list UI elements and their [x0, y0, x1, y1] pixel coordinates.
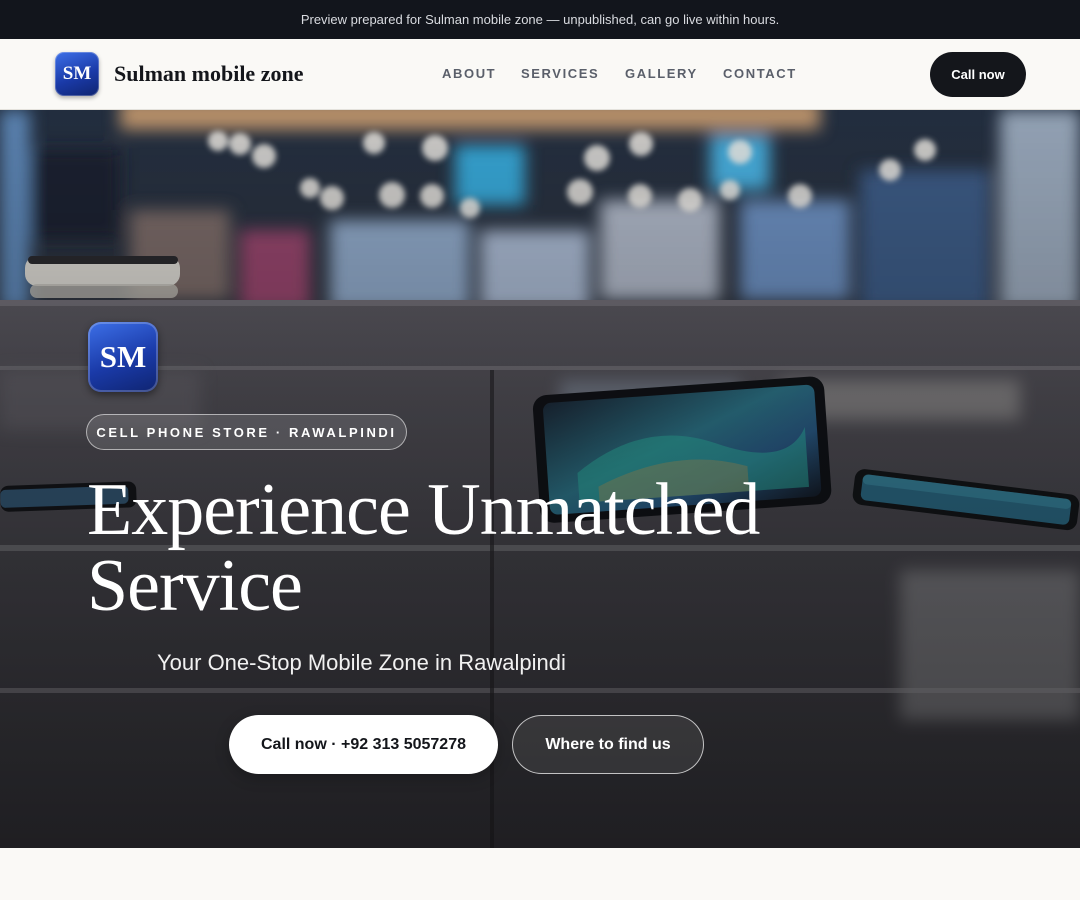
- nav-services[interactable]: SERVICES: [521, 66, 599, 81]
- hero-section: SM CELL PHONE STORE · RAWALPINDI Experie…: [0, 110, 1080, 848]
- hero-logo-text: SM: [99, 339, 147, 374]
- preview-banner: Preview prepared for Sulman mobile zone …: [0, 0, 1080, 39]
- site-header: SM Sulman mobile zone ABOUT SERVICES GAL…: [0, 39, 1080, 110]
- call-phone-button[interactable]: Call now · +92 313 5057278: [229, 715, 498, 774]
- hero-subtitle: Your One-Stop Mobile Zone in Rawalpindi: [157, 650, 566, 675]
- main-nav: ABOUT SERVICES GALLERY CONTACT: [0, 66, 1080, 82]
- find-us-button[interactable]: Where to find us: [512, 715, 704, 774]
- header-call-button[interactable]: Call now: [930, 52, 1026, 97]
- hero-title: Experience Unmatched Service: [87, 469, 760, 627]
- nav-gallery[interactable]: GALLERY: [625, 66, 698, 81]
- hero-category-badge: CELL PHONE STORE · RAWALPINDI: [86, 414, 407, 450]
- preview-banner-text: Preview prepared for Sulman mobile zone …: [300, 12, 780, 27]
- hero-logo: SM: [88, 322, 158, 392]
- nav-contact[interactable]: CONTACT: [723, 66, 797, 81]
- nav-about[interactable]: ABOUT: [442, 66, 496, 81]
